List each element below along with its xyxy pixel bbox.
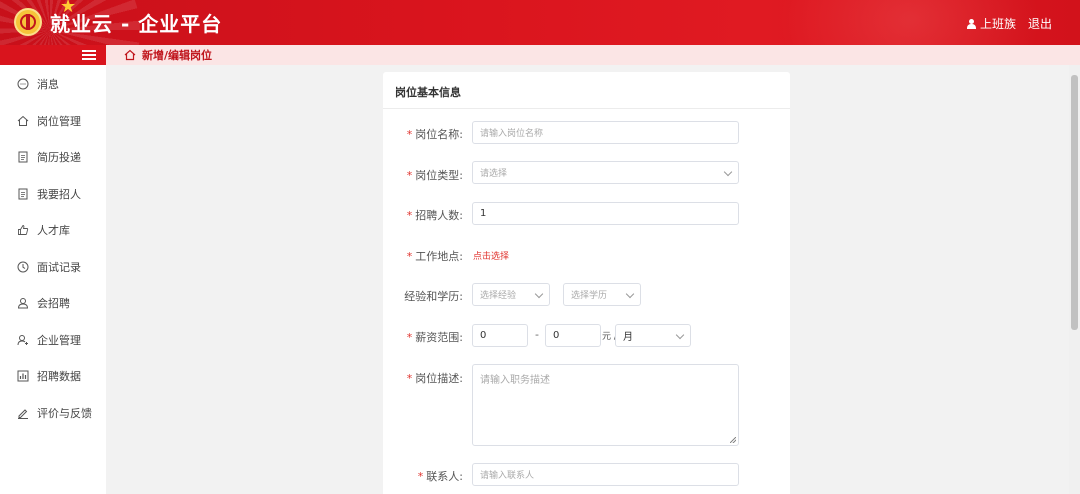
union-logo-icon	[14, 8, 42, 36]
exp-edu-label: 经验和学历:	[404, 290, 463, 303]
salary-max-input[interactable]: 0	[545, 324, 601, 347]
required-star: *	[406, 372, 413, 385]
job-type-select[interactable]: 请选择	[472, 161, 739, 184]
sidebar-item-talent-pool[interactable]: 人才库	[0, 215, 106, 245]
sidebar-item-jobs[interactable]: 岗位管理	[0, 106, 106, 136]
sidebar-item-label: 岗位管理	[37, 115, 81, 128]
sidebar-item-label: 面试记录	[37, 261, 81, 274]
sidebar-item-label: 评价与反馈	[37, 407, 92, 420]
select-location-link[interactable]: 点击选择	[473, 249, 509, 262]
app-header: ★ 就业云 - 企业平台 上班族 退出	[0, 0, 1080, 45]
education-select[interactable]: 选择学历	[563, 283, 641, 306]
thumbs-up-icon	[18, 225, 29, 235]
user-menu[interactable]: 上班族	[967, 15, 1016, 32]
user-icon	[967, 18, 976, 29]
chevron-down-icon	[675, 330, 685, 340]
section-title: 岗位基本信息	[395, 86, 461, 99]
salary-separator: -	[535, 328, 539, 341]
location-label: * 工作地点:	[406, 250, 463, 263]
contact-input[interactable]: 请输入联系人	[472, 463, 739, 486]
sidebar: 消息 岗位管理 简历投递 我要招人 人才库 面试记录 会招聘 企业管理 招聘数据…	[0, 45, 106, 494]
edit-icon	[18, 409, 28, 419]
required-star: *	[417, 470, 424, 483]
select-placeholder: 请选择	[480, 169, 508, 179]
sidebar-item-label: 招聘数据	[37, 370, 81, 383]
user-manage-icon	[17, 335, 28, 346]
required-star: *	[406, 331, 413, 344]
message-icon	[17, 78, 29, 90]
sidebar-item-label: 会招聘	[37, 297, 70, 310]
document-icon	[18, 151, 28, 163]
sidebar-item-resumes[interactable]: 简历投递	[0, 142, 106, 172]
sidebar-item-label: 简历投递	[37, 151, 81, 164]
headcount-label: * 招聘人数:	[406, 209, 463, 222]
scrollbar-thumb[interactable]	[1071, 75, 1078, 330]
chart-icon	[17, 370, 29, 382]
select-placeholder: 选择经验	[480, 291, 517, 301]
resize-handle-icon[interactable]	[730, 437, 736, 443]
required-star: *	[406, 250, 413, 263]
menu-icon	[82, 50, 96, 60]
headcount-input[interactable]: 1	[472, 202, 739, 225]
sidebar-item-job-fair[interactable]: 会招聘	[0, 288, 106, 318]
salary-min-input[interactable]: 0	[472, 324, 528, 347]
job-name-input[interactable]: 请输入岗位名称	[472, 121, 739, 144]
salary-period-select[interactable]: 月	[615, 324, 691, 347]
sidebar-item-interviews[interactable]: 面试记录	[0, 252, 106, 282]
app-title: 就业云 - 企业平台	[50, 12, 223, 36]
user-name: 上班族	[980, 17, 1017, 31]
salary-label: * 薪资范围:	[406, 331, 463, 344]
sidebar-item-label: 人才库	[37, 224, 70, 237]
sidebar-item-recruit-data[interactable]: 招聘数据	[0, 361, 106, 391]
description-label: * 岗位描述:	[406, 372, 463, 385]
sidebar-item-feedback[interactable]: 评价与反馈	[0, 398, 106, 428]
sidebar-item-label: 企业管理	[37, 334, 81, 347]
chevron-down-icon	[625, 289, 635, 299]
required-star: *	[406, 128, 413, 141]
chevron-down-icon	[534, 289, 544, 299]
sidebar-item-label: 消息	[37, 78, 59, 91]
description-textarea[interactable]: 请输入职务描述	[472, 364, 739, 446]
logout-button[interactable]: 退出	[1028, 15, 1052, 32]
job-form-card: 岗位基本信息 * 岗位名称: 请输入岗位名称 * 岗位类型: 请选择 * 招聘人数: …	[383, 72, 790, 494]
home-icon	[17, 115, 29, 126]
clock-icon	[17, 261, 29, 273]
required-star: *	[406, 209, 413, 222]
users-icon	[17, 298, 29, 309]
textarea-placeholder: 请输入职务描述	[480, 375, 550, 386]
contact-label: * 联系人:	[417, 470, 463, 483]
divider	[383, 108, 790, 109]
chevron-down-icon	[723, 167, 733, 177]
breadcrumb-current: 新增/编辑岗位	[142, 49, 213, 62]
required-star: *	[406, 169, 413, 182]
sidebar-item-messages[interactable]: 消息	[0, 69, 106, 99]
select-value: 月	[623, 332, 633, 343]
select-placeholder: 选择学历	[571, 291, 608, 301]
job-type-label: * 岗位类型:	[406, 169, 463, 182]
job-name-label: * 岗位名称:	[406, 128, 463, 141]
page-scrollbar[interactable]	[1069, 65, 1080, 494]
sidebar-toggle[interactable]	[0, 45, 106, 65]
sidebar-item-company[interactable]: 企业管理	[0, 325, 106, 355]
sidebar-item-recruit[interactable]: 我要招人	[0, 179, 106, 209]
breadcrumb: 新增/编辑岗位	[106, 45, 1080, 65]
experience-select[interactable]: 选择经验	[472, 283, 550, 306]
home-icon[interactable]	[124, 49, 136, 61]
document-icon	[18, 188, 28, 200]
sidebar-item-label: 我要招人	[37, 188, 81, 201]
